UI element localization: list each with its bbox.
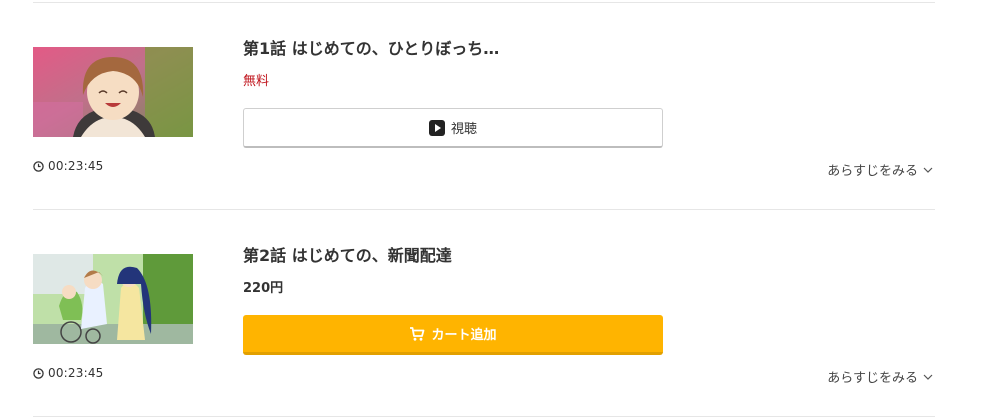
synopsis-link-label: あらすじをみる	[827, 371, 918, 386]
chevron-down-icon	[923, 374, 933, 380]
clock-icon	[33, 367, 44, 379]
cart-icon	[410, 326, 425, 341]
episode-divider	[33, 209, 935, 210]
add-to-cart-label: カート追加	[431, 328, 497, 343]
episode-item-2: 第2話 はじめての、新聞配達 220円 カート追加 00:23:45 あらすじを…	[0, 0, 988, 386]
episode-2-synopsis-toggle[interactable]: あらすじをみる	[827, 367, 933, 386]
episode-2-title: 第2話 はじめての、新聞配達	[243, 246, 452, 265]
add-to-cart-button[interactable]: カート追加	[243, 315, 663, 355]
episode-2-thumbnail[interactable]	[33, 254, 193, 344]
episode-2-duration-text: 00:23:45	[48, 366, 104, 380]
episode-2-duration: 00:23:45	[33, 366, 104, 380]
bottom-divider	[33, 416, 935, 417]
episode-2-price: 220円	[243, 281, 284, 296]
